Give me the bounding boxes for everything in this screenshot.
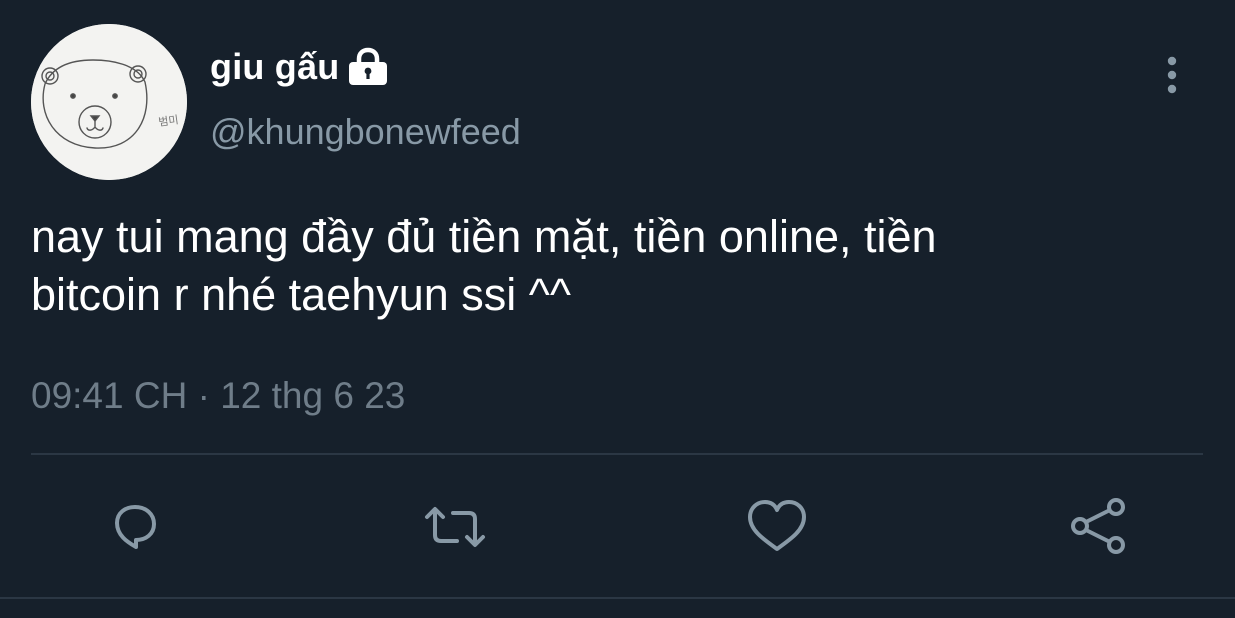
divider — [31, 453, 1203, 455]
reply-icon — [115, 505, 156, 549]
reply-button[interactable] — [103, 495, 167, 559]
tweet-text-line: bitcoin r nhé taehyun ssi ^^ — [31, 269, 572, 320]
bear-sketch-image: 범미 — [31, 24, 187, 180]
tweet-time: 09:41 CH — [31, 375, 188, 416]
divider-bottom — [0, 597, 1235, 599]
meta-separator: · — [197, 375, 210, 416]
more-vertical-icon — [1167, 56, 1177, 94]
tweet-timestamp[interactable]: 09:41 CH · 12 thg 6 23 — [31, 372, 405, 420]
heart-icon — [748, 500, 806, 551]
more-options-button[interactable] — [1150, 52, 1194, 96]
tweet-text-line: nay tui mang đầy đủ tiền mặt, tiền onlin… — [31, 211, 937, 262]
user-handle[interactable]: @khungbonewfeed — [210, 108, 521, 156]
display-name[interactable]: giu gấu — [210, 44, 339, 90]
tweet-date: 12 thg 6 23 — [220, 375, 406, 416]
tweet-text: nay tui mang đầy đủ tiền mặt, tiền onlin… — [31, 208, 1191, 324]
avatar[interactable]: 범미 — [31, 24, 187, 180]
retweet-button[interactable] — [423, 495, 487, 559]
like-button[interactable] — [745, 495, 809, 559]
user-name-row: giu gấu — [210, 44, 389, 90]
share-button[interactable] — [1066, 495, 1130, 559]
share-icon — [1071, 498, 1125, 554]
retweet-icon — [425, 507, 485, 547]
lock-icon — [347, 47, 389, 87]
